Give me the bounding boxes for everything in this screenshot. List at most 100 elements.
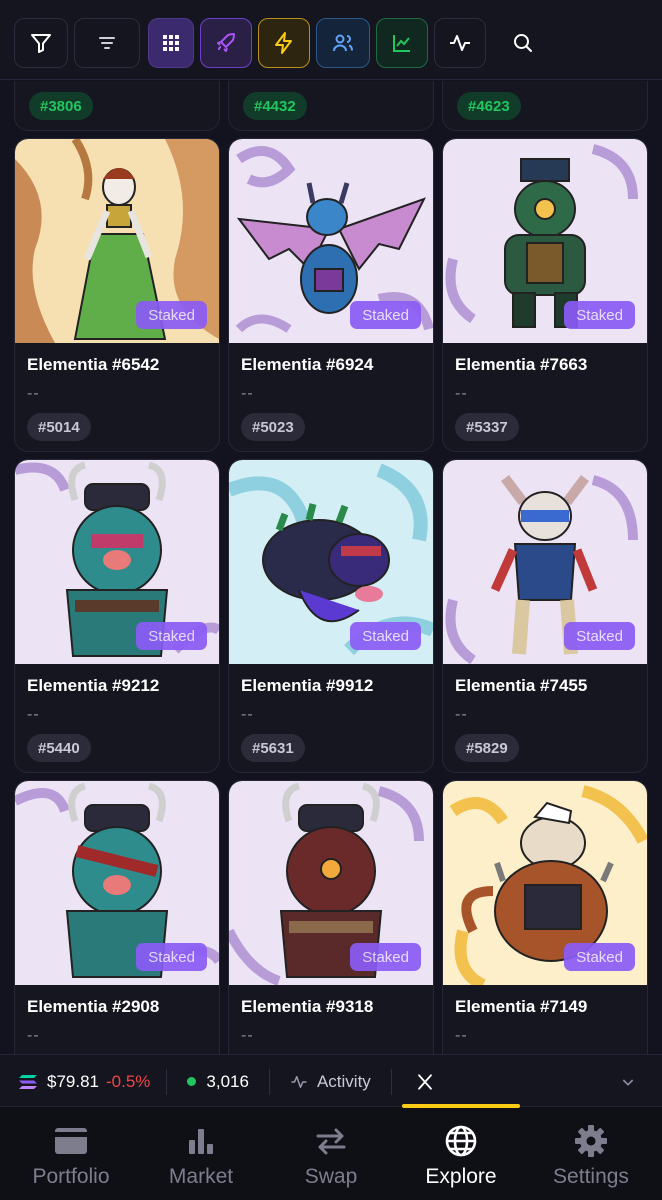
nft-card[interactable]: Staked Elementia #9318 -- bbox=[228, 780, 434, 1054]
rocket-icon bbox=[217, 33, 235, 52]
solana-icon bbox=[19, 1074, 37, 1089]
rank-badge: #5337 bbox=[455, 413, 519, 441]
grid-view-button[interactable] bbox=[148, 18, 194, 68]
partial-card[interactable]: #4432 bbox=[228, 81, 434, 131]
nav-explore[interactable]: Explore bbox=[395, 1107, 527, 1200]
bottom-nav: Portfolio Market Swap Explore Settings bbox=[0, 1104, 662, 1200]
swap-arrows-icon bbox=[313, 1123, 349, 1159]
nft-card[interactable]: Staked Elementia #9212 -- #5440 bbox=[14, 459, 220, 773]
nft-card[interactable]: Staked Elementia #6542 -- #5014 bbox=[14, 138, 220, 452]
line-chart-icon bbox=[393, 35, 410, 52]
status-bar: $79.81 -0.5% 3,016 Activity bbox=[0, 1054, 662, 1108]
nft-price: -- bbox=[455, 1027, 468, 1044]
staked-badge: Staked bbox=[564, 943, 635, 971]
online-dot-icon bbox=[187, 1077, 197, 1086]
sort-lines-icon bbox=[99, 37, 115, 49]
rank-badge: #3806 bbox=[29, 92, 93, 120]
partial-card[interactable]: #4623 bbox=[442, 81, 648, 131]
chevron-down-icon bbox=[622, 1078, 634, 1086]
nft-image: Staked bbox=[15, 460, 219, 664]
nft-card[interactable]: Staked Elementia #7149 -- bbox=[442, 780, 648, 1054]
nav-portfolio[interactable]: Portfolio bbox=[5, 1107, 137, 1200]
activity-pulse-icon bbox=[291, 1075, 307, 1088]
nft-name: Elementia #9212 bbox=[27, 676, 160, 695]
nft-image: Staked bbox=[443, 781, 647, 985]
nav-label: Swap bbox=[304, 1165, 358, 1188]
activity-label: Activity bbox=[316, 1071, 371, 1091]
bar-chart-icon bbox=[183, 1123, 219, 1159]
rocket-button[interactable] bbox=[200, 18, 252, 68]
x-link[interactable] bbox=[392, 1055, 458, 1108]
nft-image: Staked bbox=[229, 460, 433, 664]
wallet-icon bbox=[53, 1123, 89, 1159]
nft-image: Staked bbox=[229, 139, 433, 343]
nav-label: Explore bbox=[425, 1165, 497, 1188]
nft-card[interactable]: Staked Elementia #2908 -- bbox=[14, 780, 220, 1054]
partial-card[interactable]: #3806 bbox=[14, 81, 220, 131]
globe-icon bbox=[443, 1123, 479, 1159]
staked-badge: Staked bbox=[350, 301, 421, 329]
nft-price: -- bbox=[27, 385, 40, 402]
nft-card[interactable]: Staked Elementia #7455 -- #5829 bbox=[442, 459, 648, 773]
nav-market[interactable]: Market bbox=[135, 1107, 267, 1200]
top-toolbar bbox=[0, 0, 662, 80]
nft-name: Elementia #6924 bbox=[241, 355, 374, 374]
online-count: 3,016 bbox=[167, 1055, 269, 1108]
nft-name: Elementia #9912 bbox=[241, 676, 374, 695]
staked-badge: Staked bbox=[350, 943, 421, 971]
rank-badge: #5631 bbox=[241, 734, 305, 762]
gear-icon bbox=[573, 1123, 609, 1159]
nft-name: Elementia #7455 bbox=[455, 676, 588, 695]
expand-button[interactable] bbox=[620, 1055, 636, 1108]
nft-image: Staked bbox=[15, 139, 219, 343]
nft-card[interactable]: Staked Elementia #7663 -- #5337 bbox=[442, 138, 648, 452]
nav-label: Market bbox=[168, 1165, 234, 1188]
search-icon bbox=[514, 34, 532, 52]
staked-badge: Staked bbox=[564, 622, 635, 650]
rank-badge: #5829 bbox=[455, 734, 519, 762]
lightning-icon bbox=[275, 32, 292, 54]
nft-card[interactable]: Staked Elementia #6924 -- #5023 bbox=[228, 138, 434, 452]
lightning-button[interactable] bbox=[258, 18, 310, 68]
rank-badge: #4623 bbox=[457, 92, 521, 120]
grid-icon bbox=[163, 35, 179, 51]
nav-label: Portfolio bbox=[32, 1165, 110, 1188]
nft-image: Staked bbox=[443, 139, 647, 343]
activity-link[interactable]: Activity bbox=[270, 1055, 391, 1108]
x-logo-icon bbox=[417, 1073, 432, 1090]
nft-grid[interactable]: #3806 #4432 #4623 Staked Elementia #6542… bbox=[0, 81, 662, 1054]
chart-button[interactable] bbox=[376, 18, 428, 68]
search-button[interactable] bbox=[500, 18, 546, 68]
staked-badge: Staked bbox=[136, 622, 207, 650]
rank-badge: #5023 bbox=[241, 413, 305, 441]
users-icon bbox=[333, 34, 353, 52]
online-count-value: 3,016 bbox=[206, 1071, 249, 1091]
nav-swap[interactable]: Swap bbox=[265, 1107, 397, 1200]
filter-icon bbox=[31, 34, 51, 53]
nft-name: Elementia #9318 bbox=[241, 997, 374, 1016]
staked-badge: Staked bbox=[136, 301, 207, 329]
nft-price: -- bbox=[241, 1027, 254, 1044]
sol-change: -0.5% bbox=[106, 1071, 151, 1091]
nft-price: -- bbox=[455, 706, 468, 723]
nav-settings[interactable]: Settings bbox=[525, 1107, 657, 1200]
nft-card[interactable]: Staked Elementia #9912 -- #5631 bbox=[228, 459, 434, 773]
nft-image: Staked bbox=[443, 460, 647, 664]
nft-name: Elementia #6542 bbox=[27, 355, 160, 374]
filter-button[interactable] bbox=[14, 18, 68, 68]
nft-price: -- bbox=[241, 385, 254, 402]
sol-price-ticker[interactable]: $79.81 -0.5% bbox=[0, 1055, 166, 1108]
nav-label: Settings bbox=[553, 1165, 629, 1188]
activity-button[interactable] bbox=[434, 18, 486, 68]
nft-image: Staked bbox=[15, 781, 219, 985]
rank-badge: #5440 bbox=[27, 734, 91, 762]
nft-image: Staked bbox=[229, 781, 433, 985]
nft-price: -- bbox=[241, 706, 254, 723]
sort-button[interactable] bbox=[74, 18, 140, 68]
nft-name: Elementia #7663 bbox=[455, 355, 588, 374]
staked-badge: Staked bbox=[350, 622, 421, 650]
users-button[interactable] bbox=[316, 18, 370, 68]
activity-pulse-icon bbox=[450, 35, 470, 51]
staked-badge: Staked bbox=[136, 943, 207, 971]
staked-badge: Staked bbox=[564, 301, 635, 329]
